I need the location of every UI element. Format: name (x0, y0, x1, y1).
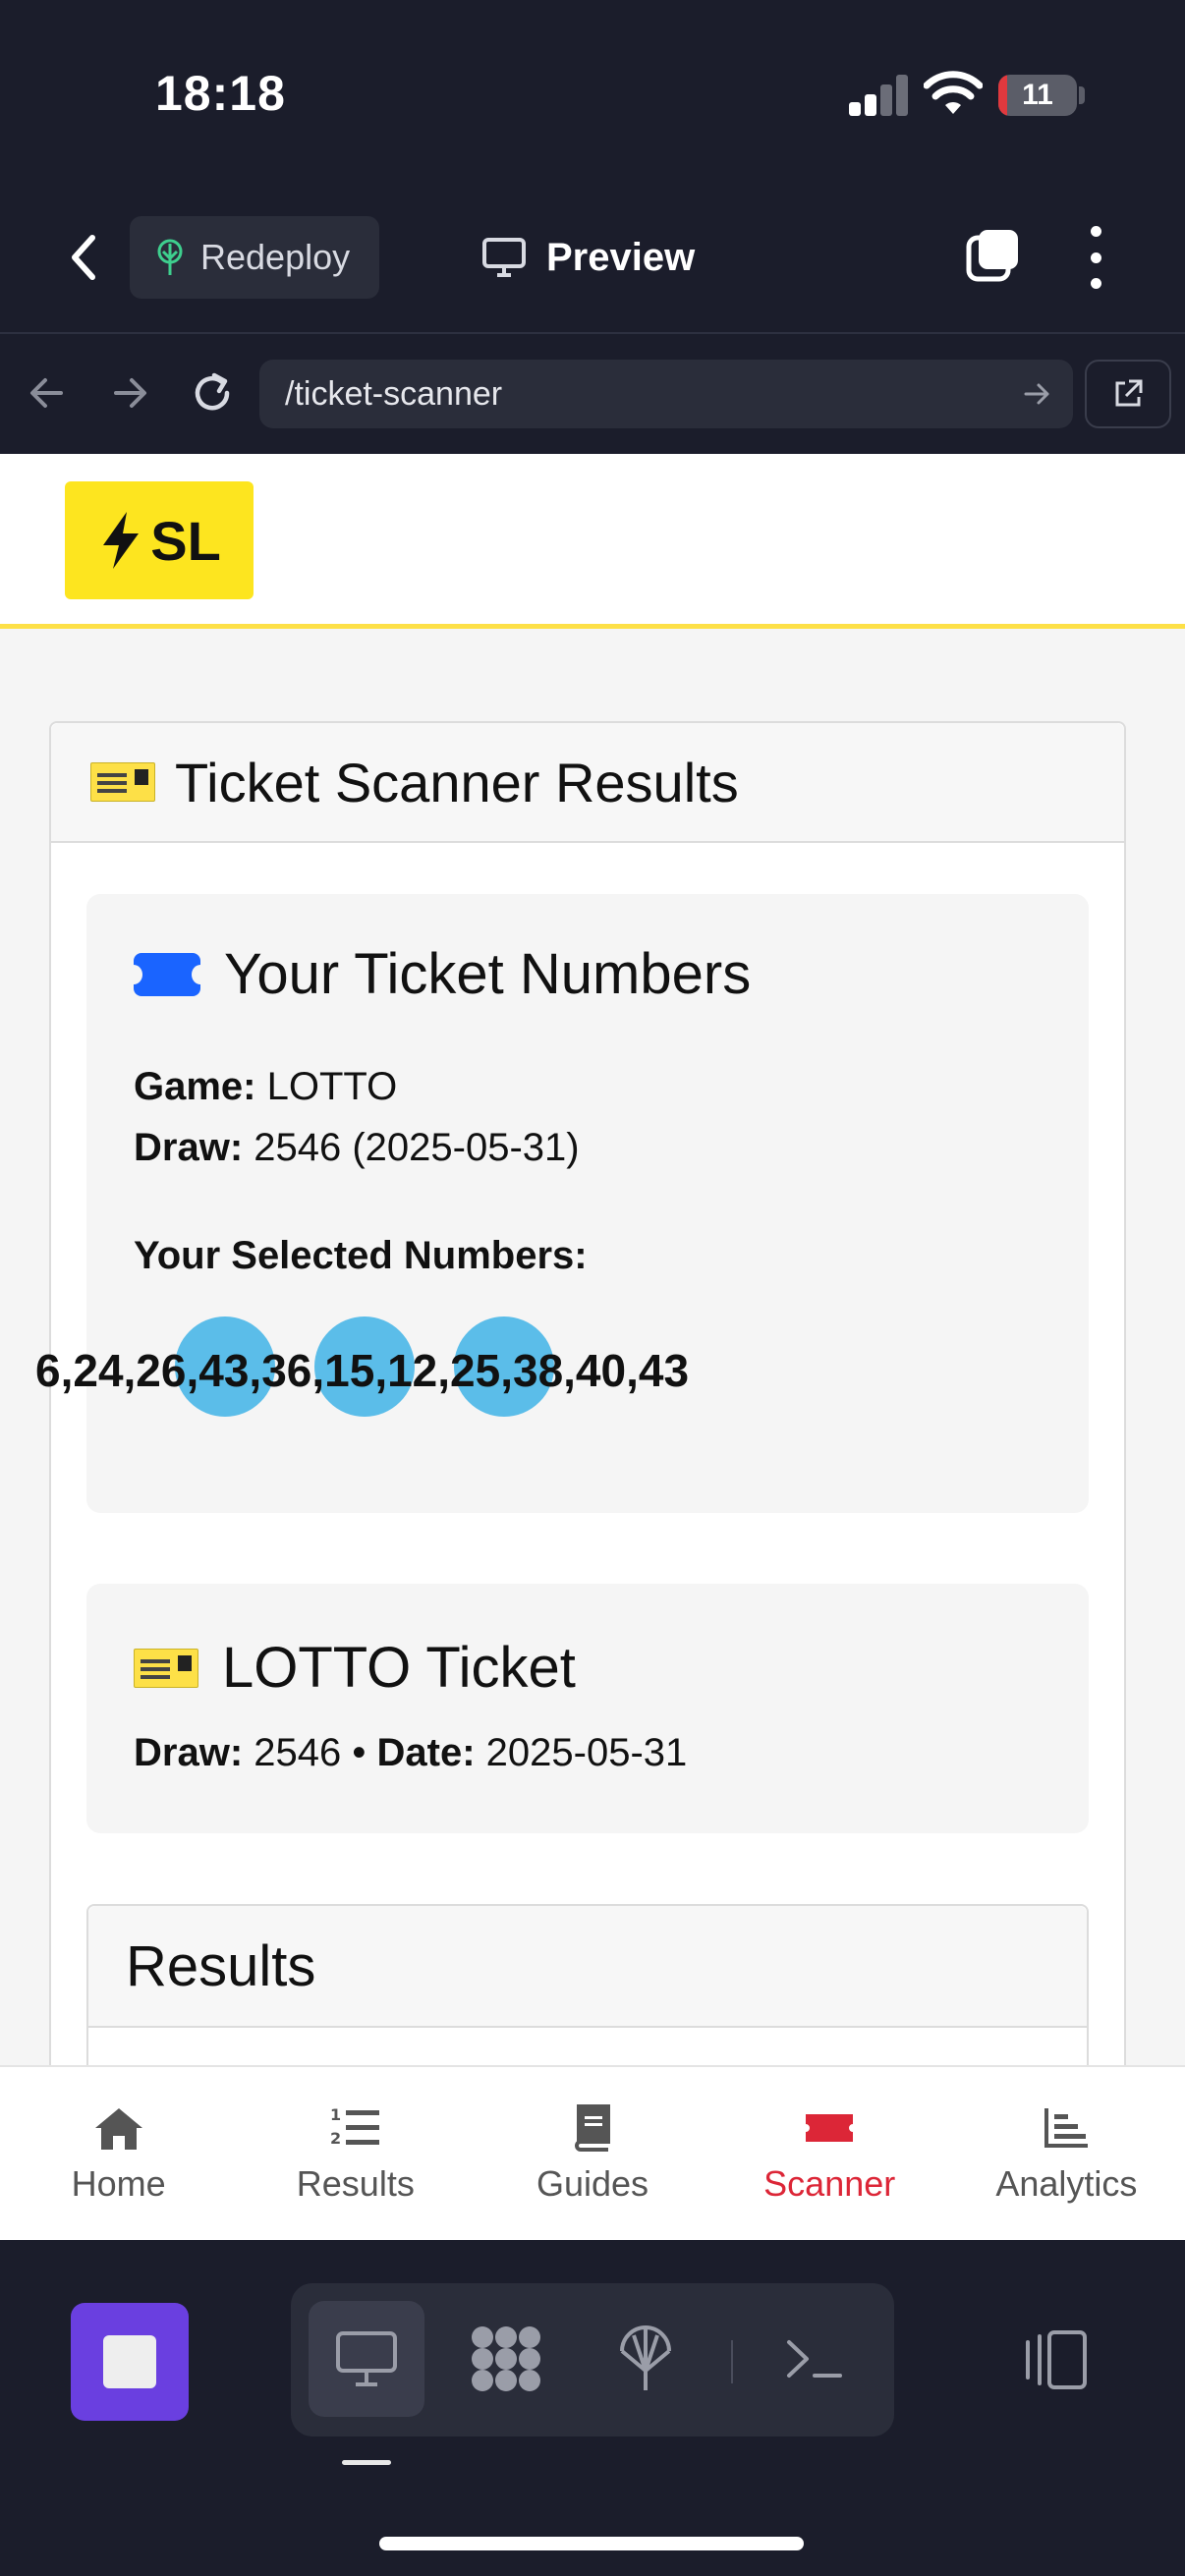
site-logo[interactable]: SL (65, 481, 254, 599)
apps-grid-icon (472, 2326, 540, 2391)
scanner-results-card: Ticket Scanner Results Your Ticket Numbe… (35, 721, 1126, 2240)
ticket-icon (806, 2114, 854, 2142)
back-chevron-icon[interactable] (59, 228, 108, 287)
battery-cap (1079, 86, 1085, 104)
lotto-date-value: 2025-05-31 (485, 1731, 688, 1774)
terminal-icon (787, 2340, 842, 2378)
lotto-draw-date-line: Draw: 2546 • Date: 2025-05-31 (134, 1731, 687, 1775)
active-tool-indicator (342, 2460, 391, 2465)
url-input[interactable]: /ticket-scanner (259, 360, 1073, 428)
preview-tool-button[interactable] (309, 2301, 424, 2417)
ticket-icon (125, 952, 209, 996)
ticket-numbers-heading: Your Ticket Numbers (125, 941, 752, 1007)
nav-analytics-label: Analytics (995, 2163, 1138, 2204)
nav-scanner[interactable]: Scanner (711, 2067, 948, 2240)
home-indicator (379, 2537, 804, 2550)
ticket-numbers-title: Your Ticket Numbers (224, 942, 752, 1006)
monitor-icon (336, 2331, 397, 2386)
wifi-icon (924, 71, 983, 114)
browser-back-icon[interactable] (22, 367, 73, 419)
nav-guides[interactable]: Guides (474, 2067, 710, 2240)
status-time: 18:18 (155, 66, 286, 121)
nav-analytics[interactable]: Analytics (948, 2067, 1185, 2240)
go-arrow-icon[interactable] (1020, 377, 1053, 411)
bar-chart-icon (1044, 2108, 1089, 2148)
deploy-icon (620, 2325, 671, 2390)
preview-tab[interactable]: Preview (481, 226, 695, 289)
ticket-emoji-icon (134, 1648, 198, 1688)
nav-home[interactable]: Home (0, 2067, 237, 2240)
game-value: LOTTO (266, 1065, 398, 1108)
selected-numbers-line: Your Selected Numbers: (134, 1234, 588, 1278)
stop-button[interactable] (71, 2303, 189, 2421)
site-header: SL (0, 454, 1185, 629)
lotto-ticket-panel: LOTTO Ticket Draw: 2546 • Date: 2025-05-… (86, 1584, 1089, 1833)
layout-toggle-icon[interactable] (1018, 2323, 1093, 2397)
nav-guides-label: Guides (536, 2163, 649, 2204)
bottom-nav: Home 1 2 Results Guides Scanner Analytic… (0, 2065, 1185, 2240)
redeploy-button[interactable]: Redeploy (130, 216, 379, 299)
lotto-draw-value: 2546 (254, 1731, 342, 1774)
lotto-ticket-heading: LOTTO Ticket (134, 1635, 576, 1701)
home-icon (94, 2108, 142, 2150)
tabs-icon[interactable] (963, 226, 1022, 285)
nav-scanner-label: Scanner (763, 2163, 896, 2204)
tree-icon (157, 239, 183, 275)
number-balls-row: 6,24,26,43,36,15,12,25,38,40,43 (35, 1316, 1116, 1425)
lotto-ticket-title: LOTTO Ticket (222, 1636, 576, 1700)
deploy-tool-button[interactable] (588, 2301, 704, 2417)
card-title: Ticket Scanner Results (175, 751, 739, 813)
app-header: Redeploy Preview (0, 177, 1185, 334)
nav-results-label: Results (296, 2163, 415, 2204)
card-header: Ticket Scanner Results (51, 723, 1124, 843)
stop-icon (103, 2335, 156, 2388)
cellular-signal-icon (849, 75, 908, 116)
draw-line: Draw: 2546 (2025-05-31) (134, 1126, 580, 1170)
nav-results[interactable]: 1 2 Results (237, 2067, 474, 2240)
preview-label: Preview (546, 235, 696, 279)
svg-text:2: 2 (330, 2129, 341, 2148)
browser-url-row: /ticket-scanner (0, 334, 1185, 454)
svg-text:1: 1 (330, 2105, 341, 2124)
integrations-tool-button[interactable] (448, 2301, 564, 2417)
results-heading: Results (88, 1906, 1087, 2028)
more-menu-icon[interactable] (1081, 226, 1110, 289)
separator-dot: • (352, 1731, 367, 1774)
game-line: Game: LOTTO (134, 1065, 397, 1109)
nav-home-label: Home (71, 2163, 166, 2204)
logo-text: SL (150, 509, 221, 572)
bottom-toolbar (0, 2240, 1185, 2576)
draw-label: Draw: (134, 1126, 244, 1169)
open-external-button[interactable] (1085, 360, 1171, 428)
web-viewport: SL Ticket Scanner Results Your Ticket Nu… (0, 454, 1185, 2240)
browser-forward-icon[interactable] (104, 367, 155, 419)
tool-group (291, 2283, 894, 2436)
lotto-date-label: Date: (376, 1731, 476, 1774)
ticket-emoji-icon (90, 762, 155, 802)
monitor-icon (482, 238, 526, 277)
draw-value: 2546 (2025-05-31) (254, 1126, 580, 1169)
ordered-list-icon: 1 2 (330, 2105, 379, 2148)
console-tool-button[interactable] (757, 2301, 873, 2417)
ticket-numbers-panel: Your Ticket Numbers Game: LOTTO Draw: 25… (35, 894, 1089, 1513)
lightning-icon (103, 512, 140, 569)
battery-icon: 11 (998, 75, 1077, 116)
battery-percent: 11 (1022, 79, 1053, 111)
url-text: /ticket-scanner (285, 374, 503, 413)
lotto-draw-label: Draw: (134, 1731, 244, 1774)
reload-icon[interactable] (187, 367, 238, 419)
game-label: Game: (134, 1065, 256, 1108)
external-link-icon (1115, 379, 1143, 407)
selected-numbers-label: Your Selected Numbers: (134, 1234, 588, 1277)
status-bar: 18:18 11 (0, 0, 1185, 177)
selected-numbers-text: 6,24,26,43,36,15,12,25,38,40,43 (35, 1345, 690, 1396)
redeploy-label: Redeploy (200, 237, 351, 277)
book-icon (575, 2104, 610, 2152)
tool-divider (731, 2340, 733, 2383)
